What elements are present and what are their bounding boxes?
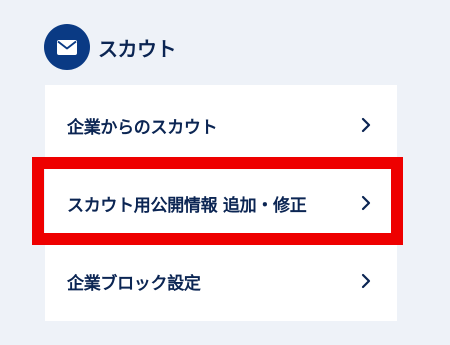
section-title: スカウト xyxy=(98,36,177,61)
envelope-icon xyxy=(44,24,90,70)
section-header: スカウト xyxy=(44,24,177,70)
menu-item-label: 企業ブロック設定 xyxy=(67,273,201,294)
menu-item-label: スカウト用公開情報 追加・修正 xyxy=(67,195,307,216)
menu-item-label: 企業からのスカウト xyxy=(67,117,218,138)
menu-item-company-scouts[interactable]: 企業からのスカウト xyxy=(45,86,397,164)
menu-item-company-block-settings[interactable]: 企業ブロック設定 xyxy=(45,242,397,320)
chevron-right-icon xyxy=(360,117,372,133)
chevron-right-icon xyxy=(360,273,372,289)
menu-item-scout-public-info[interactable]: スカウト用公開情報 追加・修正 xyxy=(45,164,397,242)
scout-menu: 企業からのスカウト スカウト用公開情報 追加・修正 企業ブロック設定 xyxy=(45,85,397,321)
chevron-right-icon xyxy=(360,195,372,211)
